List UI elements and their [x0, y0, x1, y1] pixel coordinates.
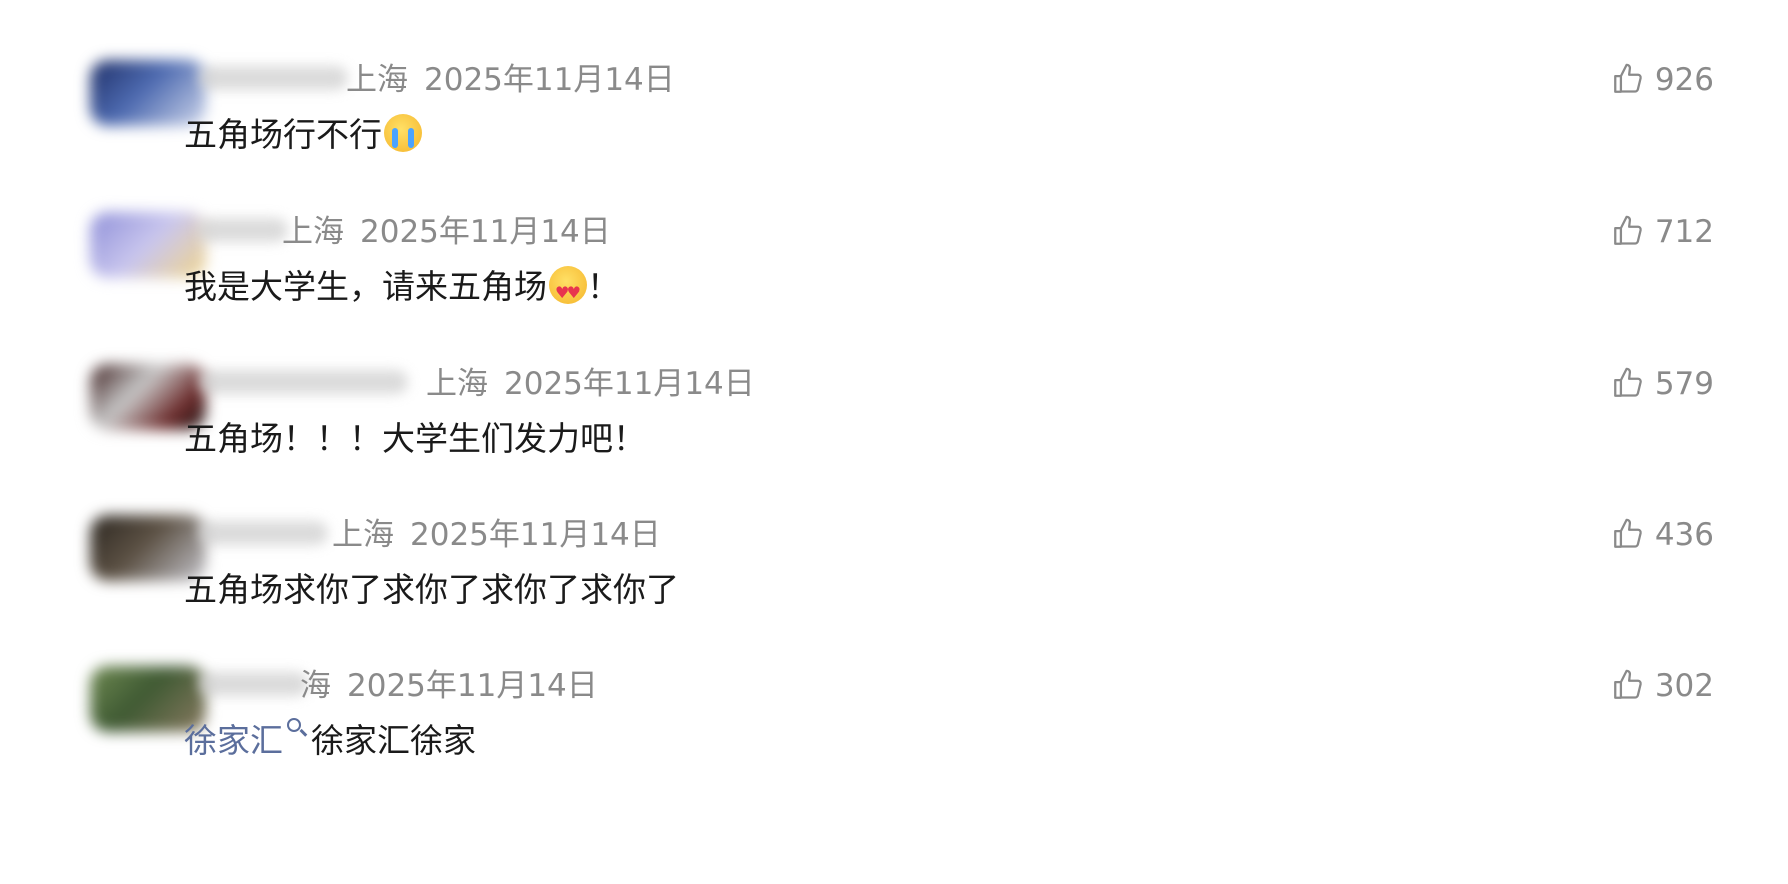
comment-location: 上海 — [332, 517, 394, 553]
comment-text-content: 五角场！！！大学生们发力吧！ — [184, 419, 646, 458]
comment-meta: 上海 2025年11月14日 — [332, 515, 661, 555]
comment-meta: 海 2025年11月14日 — [300, 666, 598, 706]
loudly-crying-face-icon — [384, 114, 422, 152]
like-button[interactable]: 436 — [1611, 515, 1714, 555]
comment-meta: 上海 2025年11月14日 — [282, 212, 611, 252]
username-blurred[interactable] — [198, 218, 288, 242]
username-blurred[interactable] — [198, 672, 308, 696]
comment-item: 上海 2025年11月14日 712 我是大学生，请来五角场 ！ — [0, 212, 1788, 362]
thumbs-up-icon — [1613, 367, 1642, 397]
comment-text: 我是大学生，请来五角场 ！ — [184, 264, 620, 316]
comment-location: 海 — [300, 668, 331, 704]
comment-text: 五角场！！！大学生们发力吧！ — [184, 416, 646, 462]
username-blurred[interactable] — [198, 521, 328, 545]
thumbs-up-icon — [1613, 518, 1642, 548]
like-count: 579 — [1654, 366, 1714, 402]
comment-text: 五角场行不行 — [184, 112, 422, 158]
thumbs-up-icon — [1613, 63, 1642, 93]
comment-date: 2025年11月14日 — [410, 517, 661, 553]
comment-text-content: 五角场行不行 — [184, 115, 382, 154]
like-count: 712 — [1654, 214, 1714, 250]
comment-text: 五角场求你了求你了求你了求你了 — [184, 567, 679, 613]
like-count: 302 — [1654, 668, 1714, 704]
search-icon[interactable] — [287, 718, 301, 732]
comment-item: 上海 2025年11月14日 436 五角场求你了求你了求你了求你了 — [0, 515, 1788, 665]
heart-eyes-face-icon — [549, 266, 587, 316]
like-button[interactable]: 926 — [1611, 60, 1714, 100]
comment-date: 2025年11月14日 — [347, 668, 598, 704]
username-blurred[interactable] — [198, 66, 348, 90]
comment-date: 2025年11月14日 — [424, 62, 675, 98]
comment-location: 上海 — [426, 366, 488, 402]
comment-item: 上海 2025年11月14日 579 五角场！！！大学生们发力吧！ — [0, 364, 1788, 514]
comment-text-content: 徐家汇徐家 — [311, 721, 476, 760]
comment-text-suffix: ！ — [587, 267, 620, 306]
username-blurred[interactable] — [198, 370, 408, 394]
comment-location: 上海 — [346, 62, 408, 98]
comment-location: 上海 — [282, 214, 344, 250]
comment-meta: 上海 2025年11月14日 — [426, 364, 755, 404]
like-button[interactable]: 579 — [1611, 364, 1714, 404]
like-count: 926 — [1654, 62, 1714, 98]
comment-meta: 上海 2025年11月14日 — [346, 60, 675, 100]
like-button[interactable]: 712 — [1611, 212, 1714, 252]
comment-date: 2025年11月14日 — [360, 214, 611, 250]
comment-date: 2025年11月14日 — [504, 366, 755, 402]
comment-text-content: 五角场求你了求你了求你了求你了 — [184, 570, 679, 609]
comment-item: 上海 2025年11月14日 926 五角场行不行 — [0, 60, 1788, 210]
comment-text-content: 我是大学生，请来五角场 — [184, 267, 547, 306]
comment-item: 海 2025年11月14日 302 徐家汇 徐家汇徐家 — [0, 666, 1788, 816]
topic-link[interactable]: 徐家汇 — [184, 721, 283, 760]
like-count: 436 — [1654, 517, 1714, 553]
thumbs-up-icon — [1613, 669, 1642, 699]
like-button[interactable]: 302 — [1611, 666, 1714, 706]
comment-list: 上海 2025年11月14日 926 五角场行不行 上海 2025年11月14日 7… — [0, 0, 1788, 884]
comment-text: 徐家汇 徐家汇徐家 — [184, 718, 476, 764]
thumbs-up-icon — [1613, 215, 1642, 245]
